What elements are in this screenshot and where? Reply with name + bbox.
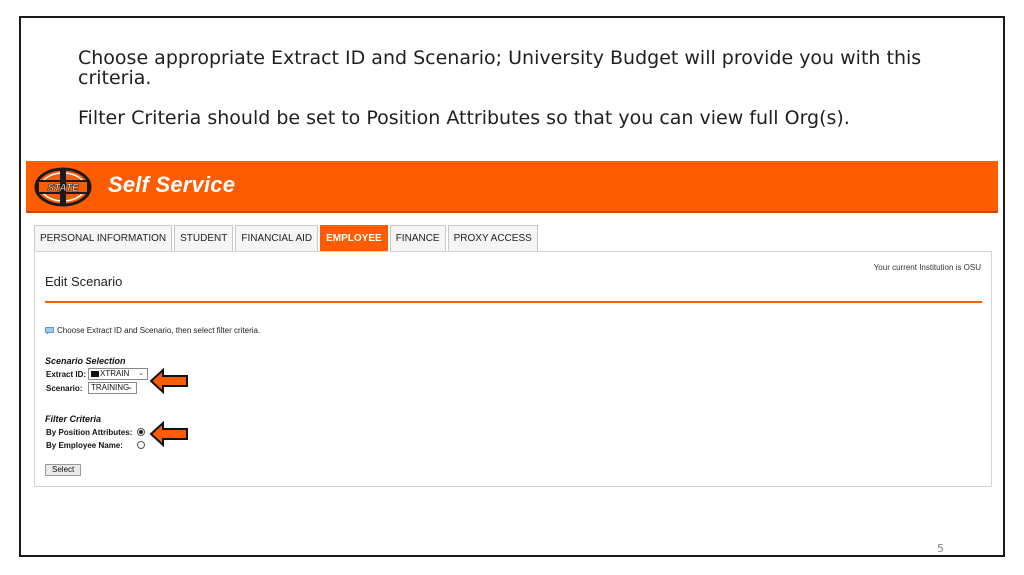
filter-criteria-heading: Filter Criteria xyxy=(45,414,102,424)
extract-id-label: Extract ID: xyxy=(46,370,87,379)
scenario-value: TRAINING xyxy=(91,383,130,392)
info-text: Choose Extract ID and Scenario, then sel… xyxy=(57,326,261,335)
institution-text: Your current Institution is OSU xyxy=(873,263,981,272)
chevron-down-icon: ⌄ xyxy=(127,384,133,391)
left-arrow-icon xyxy=(149,368,188,394)
tab-employee[interactable]: EMPLOYEE xyxy=(320,225,388,251)
select-button[interactable]: Select xyxy=(45,464,82,476)
chevron-down-icon: ⌄ xyxy=(138,370,144,377)
flag-icon xyxy=(91,371,99,377)
by-position-label: By Position Attributes: xyxy=(46,428,133,437)
instruction-paragraph-2: Filter Criteria should be set to Positio… xyxy=(78,107,850,129)
page-title: Edit Scenario xyxy=(45,274,123,289)
instruction-paragraph-1: Choose appropriate Extract ID and Scenar… xyxy=(78,47,922,89)
info-flag-icon xyxy=(45,326,54,334)
self-service-banner: STATE Self Service xyxy=(26,161,998,213)
instructions: Choose appropriate Extract ID and Scenar… xyxy=(78,48,938,148)
extract-id-select[interactable]: XTRAIN ⌄ xyxy=(88,368,148,380)
by-employee-label: By Employee Name: xyxy=(46,441,123,450)
svg-text:STATE: STATE xyxy=(47,183,79,194)
osu-logo-icon: STATE xyxy=(34,167,92,207)
info-message: Choose Extract ID and Scenario, then sel… xyxy=(45,326,260,335)
extract-id-value: XTRAIN xyxy=(100,369,130,378)
left-arrow-icon xyxy=(149,421,188,447)
self-service-screenshot: PERSONAL INFORMATION STUDENT FINANCIAL A… xyxy=(26,214,998,494)
page-number: 5 xyxy=(937,542,944,555)
tab-financial-aid[interactable]: FINANCIAL AID xyxy=(235,225,319,251)
banner-title: Self Service xyxy=(108,172,236,197)
tab-student[interactable]: STUDENT xyxy=(174,225,234,251)
scenario-label: Scenario: xyxy=(46,384,83,393)
tab-personal-information[interactable]: PERSONAL INFORMATION xyxy=(34,225,173,251)
title-divider xyxy=(45,301,982,303)
scenario-selection-heading: Scenario Selection xyxy=(45,356,126,366)
tab-bar: PERSONAL INFORMATION STUDENT FINANCIAL A… xyxy=(34,225,540,251)
tab-proxy-access[interactable]: PROXY ACCESS xyxy=(447,225,538,251)
by-position-radio[interactable] xyxy=(137,428,145,436)
by-employee-radio[interactable] xyxy=(137,441,145,449)
tab-finance[interactable]: FINANCE xyxy=(389,225,446,251)
scenario-select[interactable]: TRAINING ⌄ xyxy=(88,382,137,394)
